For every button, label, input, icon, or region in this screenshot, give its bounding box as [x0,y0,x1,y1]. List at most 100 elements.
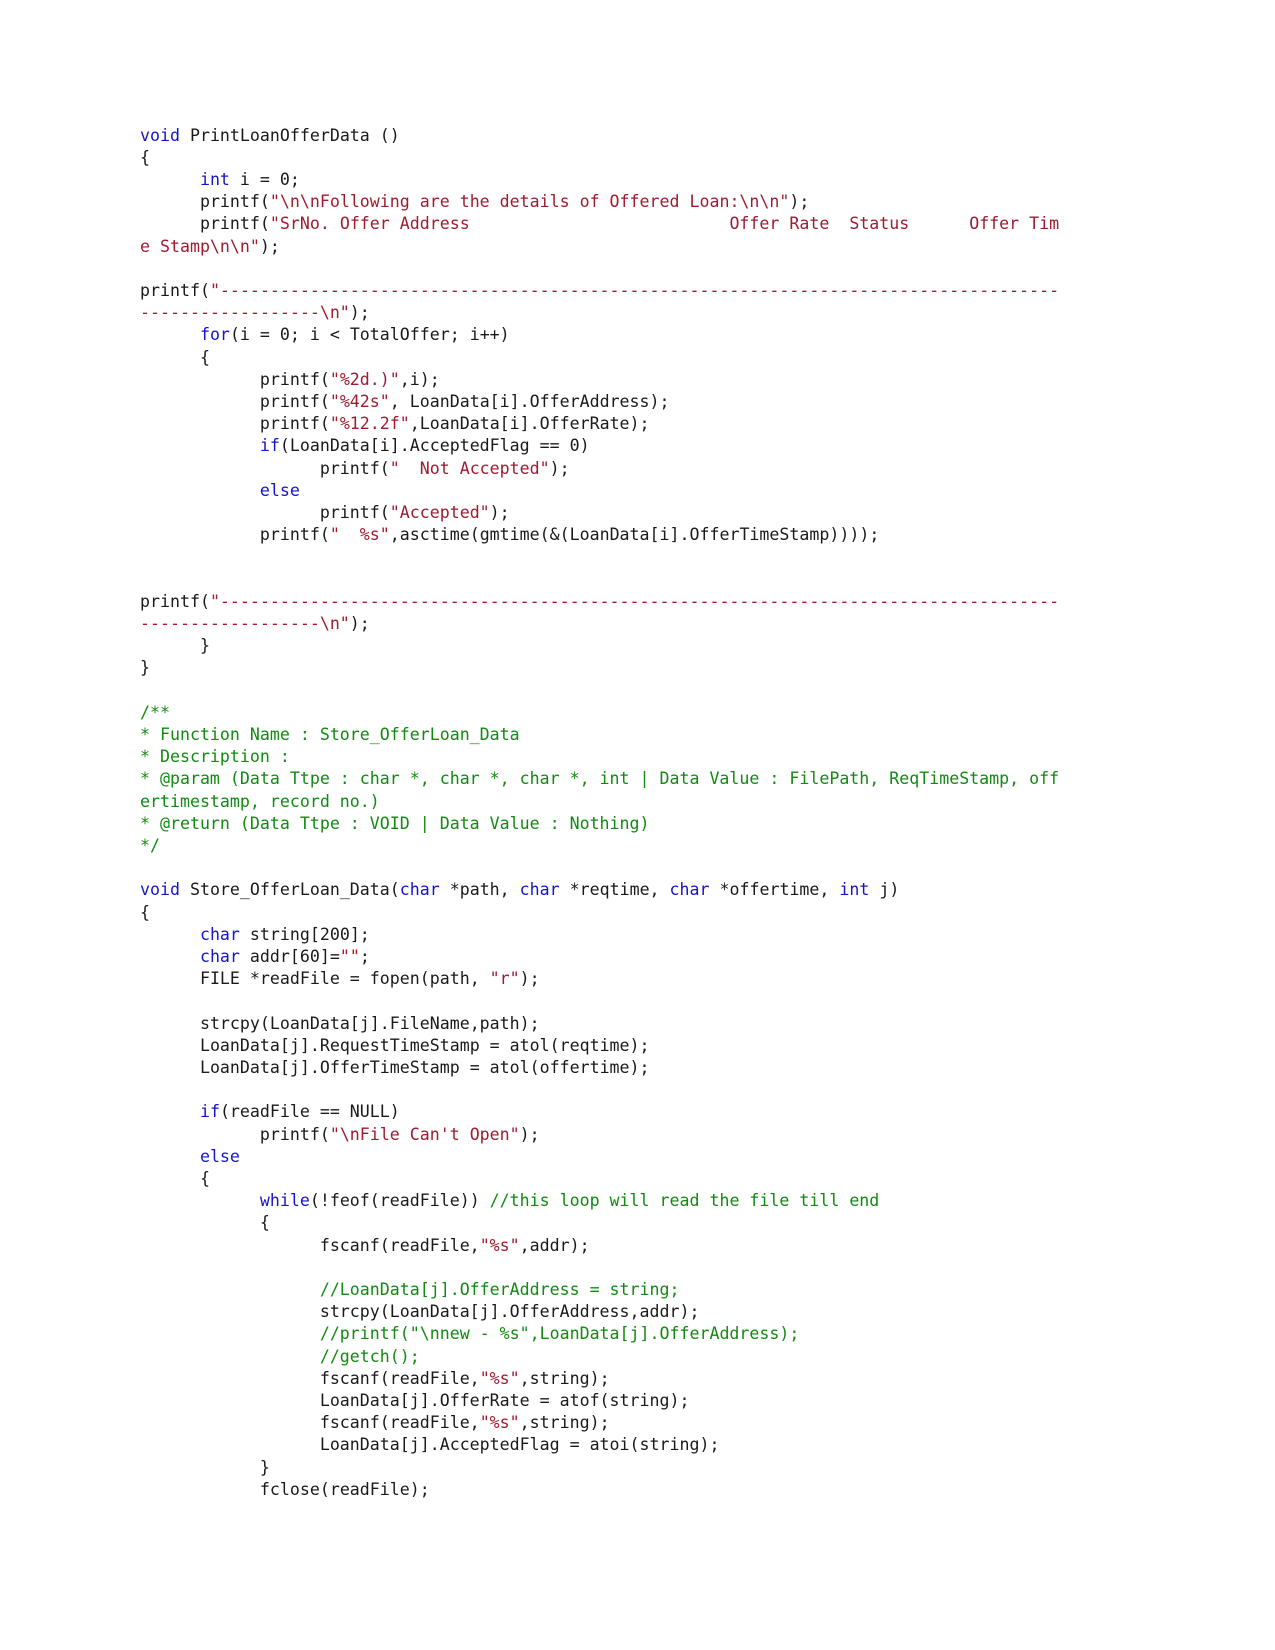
code-text: *reqtime, [559,880,670,900]
code-text: { [140,347,210,367]
code-text: LoanData[j].OfferTimeStamp = atol(offert… [140,1058,650,1078]
code-line: LoanData[j].AcceptedFlag = atoi(string); [140,1434,1060,1456]
code-text: fscanf(readFile, [140,1235,480,1255]
code-line: char string[200]; [140,924,1060,946]
code-text: addr[60]= [239,947,340,967]
code-text: } [140,658,150,678]
code-line: if(readFile == NULL) [140,1101,1060,1123]
code-line: else [140,1146,1060,1168]
code-line: fscanf(readFile,"%s",string); [140,1368,1060,1390]
code-string: "\nFile Can't Open" [329,1124,520,1144]
code-comment: * Description : [140,747,290,767]
code-keyword: int [199,170,230,189]
code-text: printf( [140,591,210,611]
code-text: ); [549,458,570,478]
code-line: strcpy(LoanData[j].OfferAddress,addr); [140,1301,1060,1323]
code-text: ); [349,303,370,323]
code-keyword: void [140,880,180,900]
code-line: else [140,480,1060,502]
code-comment: * @param (Data Ttpe : char *, char *, ch… [140,769,1060,811]
code-line: int i = 0; [140,169,1060,191]
code-line: * @param (Data Ttpe : char *, char *, ch… [140,768,1060,812]
code-string: "%s" [479,1368,520,1388]
code-keyword: else [259,480,300,500]
code-line: printf("--------------------------------… [140,591,1060,635]
code-line: printf("%2d.)",i); [140,369,1060,391]
code-line: } [140,635,1060,657]
code-line: printf("--------------------------------… [140,280,1060,324]
code-keyword: char [399,880,440,900]
code-text: Store_OfferLoan_Data( [179,880,400,900]
code-line: LoanData[j].RequestTimeStamp = atol(reqt… [140,1035,1060,1057]
code-keyword: while [259,1191,310,1211]
code-comment: */ [140,836,160,856]
code-keyword: char [199,924,240,944]
code-text: { [140,1213,270,1233]
code-line: void Store_OfferLoan_Data(char *path, ch… [140,879,1060,901]
code-text: { [140,147,150,167]
code-text: fscanf(readFile, [140,1413,480,1433]
code-line: } [140,1457,1060,1479]
code-text: , LoanData[i].OfferAddress); [389,392,670,412]
code-line: LoanData[j].OfferTimeStamp = atol(offert… [140,1057,1060,1079]
code-line: * Function Name : Store_OfferLoan_Data [140,724,1060,746]
code-line: printf("\n\nFollowing are the details of… [140,191,1060,213]
code-text: fclose(readFile); [140,1479,430,1499]
code-text: LoanData[j].AcceptedFlag = atoi(string); [140,1435,720,1455]
code-comment: //printf("\nnew - %s",LoanData[j].OfferA… [319,1324,800,1344]
code-line: { [140,147,1060,169]
code-text: j) [869,880,900,900]
code-comment: * @return (Data Ttpe : VOID | Data Value… [140,813,650,833]
code-text: printf( [140,503,390,523]
code-line: while(!feof(readFile)) //this loop will … [140,1190,1060,1212]
code-line: fscanf(readFile,"%s",addr); [140,1235,1060,1257]
code-string: "%12.2f" [329,414,410,434]
code-text: ,string); [519,1368,610,1388]
code-string: "%s" [479,1235,520,1255]
code-text: (readFile == NULL) [219,1102,400,1122]
code-comment: //this loop will read the file till end [489,1191,880,1211]
code-text: } [140,1457,270,1477]
code-text: fscanf(readFile, [140,1368,480,1388]
code-text: *offertime, [709,880,840,900]
code-string: "Accepted" [389,503,490,523]
code-string: "%s" [479,1413,520,1433]
code-text: printf( [140,458,390,478]
code-string: "\n\nFollowing are the details of Offere… [269,192,790,212]
code-line: fscanf(readFile,"%s",string); [140,1412,1060,1434]
code-text: (LoanData[i].AcceptedFlag == 0) [279,436,590,456]
code-line: { [140,347,1060,369]
code-line: printf("SrNo. Offer Address Offer Rate S… [140,213,1060,257]
code-text: printf( [140,392,330,412]
code-keyword: char [519,880,560,900]
code-line: printf("Accepted"); [140,502,1060,524]
code-comment: //LoanData[j].OfferAddress = string; [319,1280,680,1300]
code-line: fclose(readFile); [140,1479,1060,1501]
code-text: ,LoanData[i].OfferRate); [409,414,650,434]
code-comment: //getch(); [319,1346,420,1366]
code-line: /** [140,702,1060,724]
code-keyword: if [259,436,280,456]
code-text: } [140,636,210,656]
source-code-listing: void PrintLoanOfferData () { int i = 0; … [140,125,1060,1501]
code-text: strcpy(LoanData[j].OfferAddress,addr); [140,1302,700,1322]
code-line: //LoanData[j].OfferAddress = string; [140,1279,1060,1301]
code-line: printf("%12.2f",LoanData[i].OfferRate); [140,413,1060,435]
code-text: printf( [140,214,270,234]
code-text: string[200]; [239,924,370,944]
code-document-page: void PrintLoanOfferData () { int i = 0; … [0,0,1275,1650]
code-line: { [140,1212,1060,1234]
